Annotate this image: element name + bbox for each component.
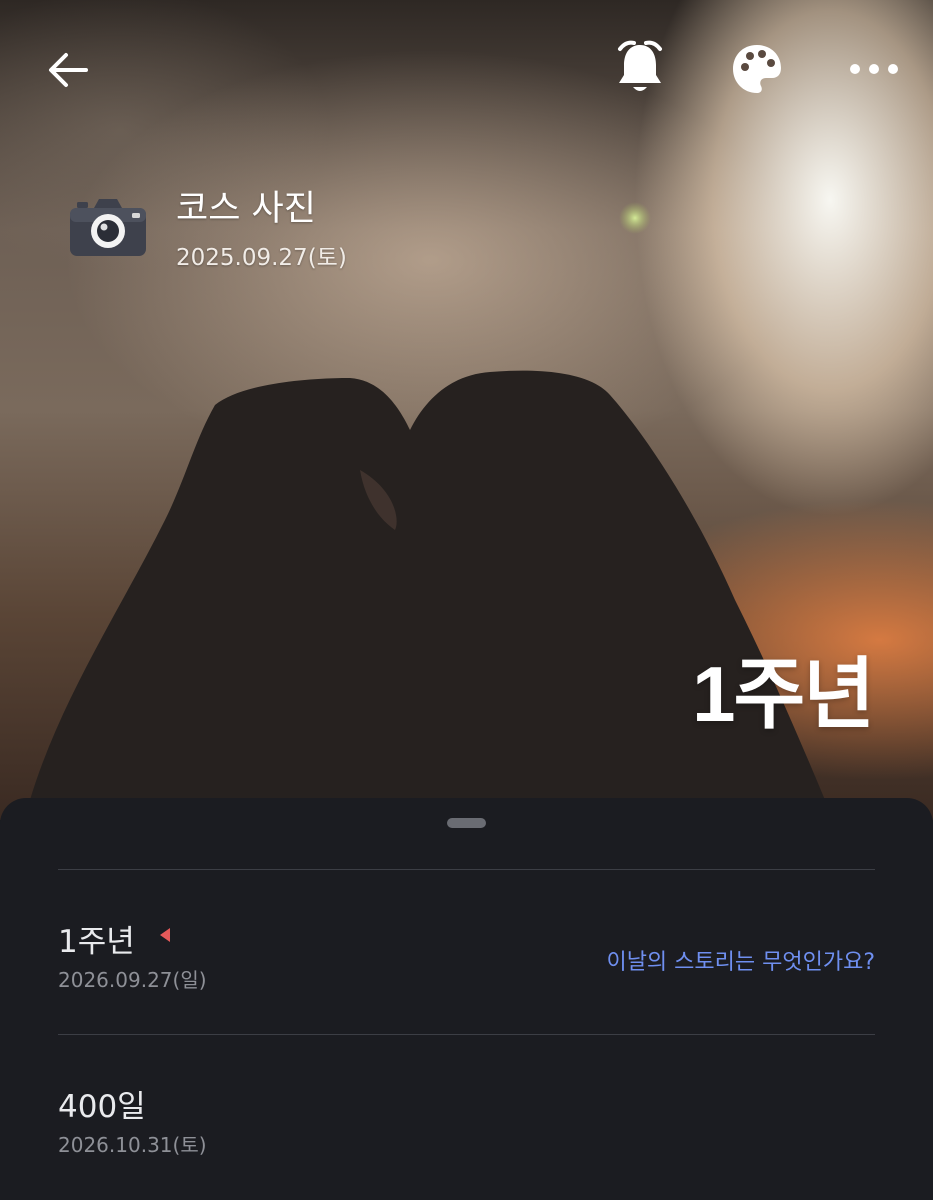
camera-icon: [70, 199, 146, 256]
more-options-button[interactable]: [842, 46, 906, 92]
back-button[interactable]: [40, 44, 96, 96]
anniversary-item[interactable]: 400일 2026.10.31(토): [58, 1081, 875, 1171]
anniversary-badge: 1주년: [692, 650, 875, 738]
photo-title: 코스 사진: [176, 189, 316, 229]
theme-button[interactable]: [726, 38, 788, 100]
more-horizontal-icon: [850, 64, 898, 74]
arrow-left-icon: [49, 53, 88, 87]
red-flag-icon: [160, 928, 170, 942]
anniversary-title: 400일: [58, 1089, 146, 1125]
divider: [58, 1034, 875, 1035]
anniversary-date: 2026.10.31(토): [58, 1133, 207, 1157]
divider: [58, 869, 875, 870]
bottom-sheet: 1주년 2026.09.27(일) 이날의 스토리는 무엇인가요? 400일 2…: [0, 798, 933, 1200]
anniversary-title: 1주년: [58, 924, 135, 960]
photo-date: 2025.09.27(토): [176, 245, 347, 271]
bell-icon: [618, 40, 662, 91]
palette-icon: [733, 45, 781, 93]
add-story-link[interactable]: 이날의 스토리는 무엇인가요?: [606, 944, 875, 976]
sheet-drag-handle[interactable]: [447, 818, 486, 828]
notification-button[interactable]: [608, 36, 672, 100]
anniversary-item[interactable]: 1주년 2026.09.27(일) 이날의 스토리는 무엇인가요?: [58, 916, 875, 1006]
top-app-bar: [0, 0, 933, 140]
anniversary-date: 2026.09.27(일): [58, 968, 207, 992]
